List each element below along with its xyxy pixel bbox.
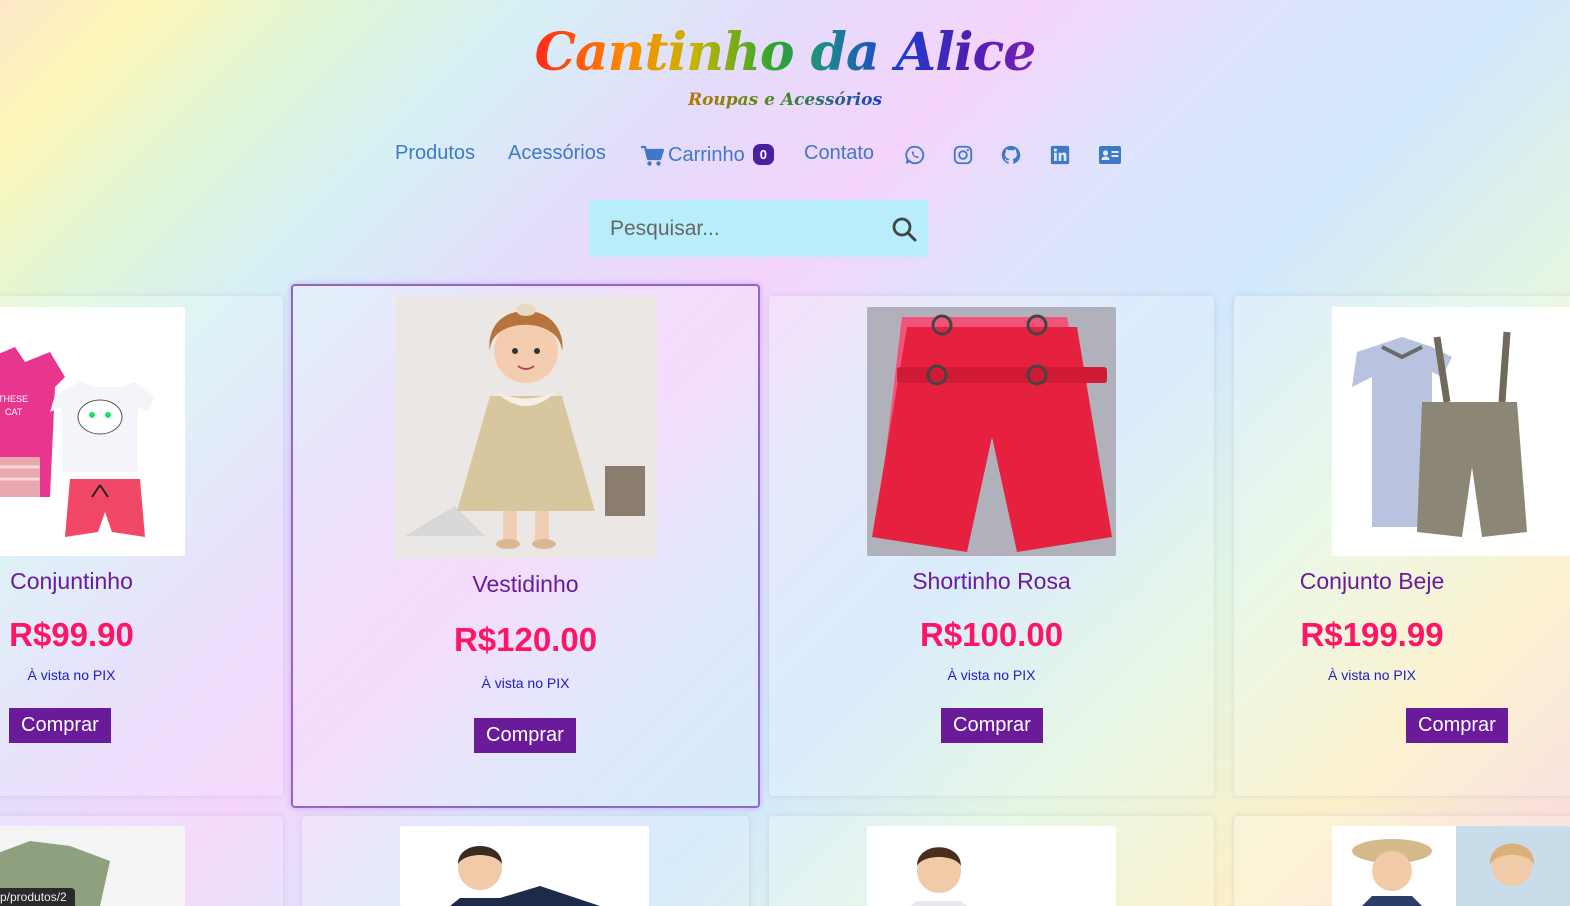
product-pix-note: À vista no PIX (481, 675, 570, 691)
linkedin-icon[interactable] (1049, 144, 1071, 166)
svg-text:CAT: CAT (5, 407, 23, 417)
product-card[interactable]: THESE CAT Conjuntinho R$99.90 À vista no… (0, 296, 283, 796)
product-card[interactable] (769, 816, 1214, 906)
product-card[interactable] (302, 816, 749, 906)
site-subtitle: Roupas e Acessórios (687, 90, 883, 110)
instagram-icon[interactable] (952, 144, 974, 166)
link-status-bar: p/produtos/2 (0, 888, 75, 906)
product-card[interactable]: Conjunto Beje R$199.99 À vista no PIX Co… (1234, 296, 1570, 796)
nav-contato[interactable]: Contato (804, 142, 874, 165)
product-image[interactable] (395, 296, 657, 558)
search-input[interactable] (589, 216, 869, 241)
main-nav: Produtos Acessórios Carrinho 0 Contato (0, 138, 1570, 174)
nav-acessorios[interactable]: Acessórios (508, 142, 606, 165)
cart-label: Carrinho (668, 144, 745, 166)
nav-produtos[interactable]: Produtos (395, 142, 475, 165)
product-pix-note: À vista no PIX (1328, 667, 1416, 683)
product-image[interactable] (1332, 307, 1570, 556)
svg-text:THESE: THESE (0, 394, 28, 404)
product-name: Conjuntinho (10, 568, 133, 594)
product-name: Vestidinho (472, 571, 579, 597)
product-price: R$199.99 (1300, 616, 1444, 653)
product-price: R$100.00 (919, 616, 1064, 653)
cart-icon (641, 145, 664, 166)
brand-header: Cantinho da Alice Roupas e Acessórios (0, 18, 1570, 110)
product-name: Conjunto Beje (1299, 568, 1445, 594)
whatsapp-icon[interactable] (904, 144, 926, 166)
product-image[interactable] (867, 826, 1116, 906)
product-pix-note: À vista no PIX (947, 667, 1036, 683)
product-price: R$99.90 (9, 616, 134, 653)
buy-button[interactable]: Comprar (474, 718, 576, 753)
product-card[interactable]: Vestidinho R$120.00 À vista no PIX Compr… (291, 284, 760, 808)
cart-count-badge: 0 (752, 144, 774, 165)
buy-button[interactable]: Comprar (1406, 708, 1508, 743)
github-icon[interactable] (1000, 144, 1022, 166)
buy-button[interactable]: Comprar (941, 708, 1043, 743)
product-price: R$120.00 (453, 621, 598, 658)
product-image[interactable] (1332, 826, 1570, 906)
product-card[interactable]: Shortinho Rosa R$100.00 À vista no PIX C… (769, 296, 1214, 796)
product-pix-note: À vista no PIX (27, 667, 116, 683)
nav-carrinho[interactable]: Carrinho 0 (640, 144, 774, 167)
product-card[interactable] (1234, 816, 1570, 906)
product-image[interactable]: THESE CAT (0, 307, 185, 556)
search-box (589, 200, 928, 257)
product-image[interactable] (400, 826, 649, 906)
product-name: Shortinho Rosa (912, 568, 1071, 594)
contact-card-icon[interactable] (1098, 144, 1122, 166)
site-title: Cantinho da Alice (535, 18, 1037, 88)
buy-button[interactable]: Comprar (9, 708, 111, 743)
search-icon[interactable] (891, 216, 917, 242)
product-image[interactable] (867, 307, 1116, 556)
